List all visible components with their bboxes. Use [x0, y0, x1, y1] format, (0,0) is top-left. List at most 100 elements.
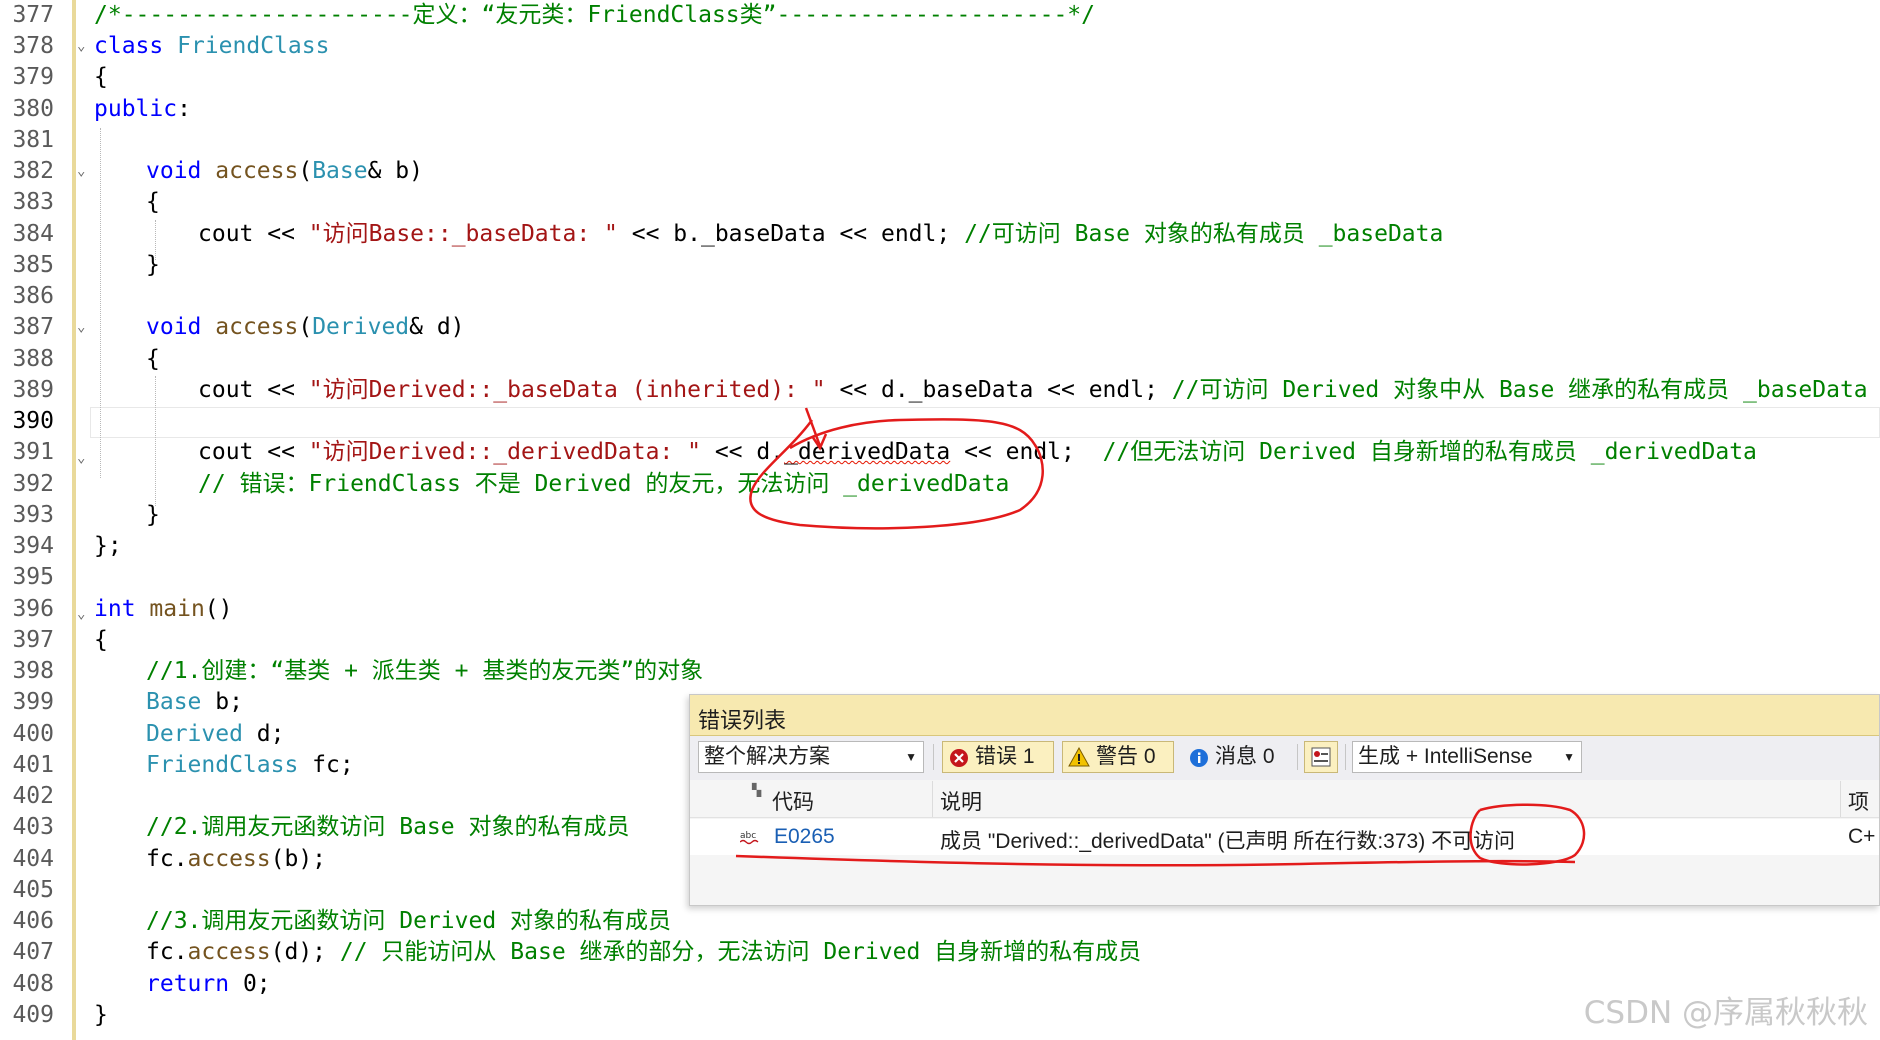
warning-icon [1068, 747, 1090, 767]
error-list-toolbar: 整个解决方案 ▼ 错误 1 警告 0 消息 0 生成 + IntelliSens… [690, 736, 1879, 780]
line-number: 392 [12, 471, 54, 497]
code-line: public: [94, 96, 191, 122]
code-line: } [146, 252, 160, 278]
code-line: //1.创建：“基类 + 派生类 + 基类的友元类”的对象 [146, 658, 704, 684]
code-line: } [94, 1002, 108, 1028]
fold-toggle-icon[interactable]: ⌄ [77, 31, 85, 62]
errors-filter-button[interactable]: 错误 1 [942, 741, 1054, 773]
error-icon [950, 749, 968, 767]
code-line: Base b; [146, 689, 243, 715]
warnings-filter-button[interactable]: 警告 0 [1062, 741, 1174, 773]
line-number: 405 [12, 877, 54, 903]
line-number: 400 [12, 721, 54, 747]
line-number: 389 [12, 377, 54, 403]
code-line: fc.access(b); [146, 846, 327, 872]
column-divider[interactable] [1840, 781, 1841, 817]
line-number: 387 [12, 314, 54, 340]
spell-check-icon: abc [740, 831, 759, 845]
fold-toggle-icon[interactable]: ⌄ [77, 599, 85, 630]
messages-filter-button[interactable]: 消息 0 [1182, 741, 1290, 773]
line-number: 402 [12, 783, 54, 809]
error-code[interactable]: E0265 [774, 825, 835, 849]
error-squiggle[interactable]: _derivedData [784, 439, 950, 465]
code-line: fc.access(d); // 只能访问从 Base 继承的部分，无法访问 D… [146, 939, 1142, 965]
error-project: C+ [1848, 825, 1876, 848]
fold-toggle-icon[interactable]: ⌄ [77, 443, 85, 474]
line-number: 409 [12, 1002, 54, 1028]
code-line: void access(Base& b) [146, 158, 423, 184]
code-line: cout << "访问Base::_baseData: " << b._base… [198, 221, 1444, 247]
line-number: 388 [12, 346, 54, 372]
column-sort-icon[interactable]: ▚ [752, 783, 761, 797]
line-number: 378 [12, 33, 54, 59]
code-line: cout << "访问Derived::_baseData (inherited… [198, 377, 1868, 403]
code-line: FriendClass fc; [146, 752, 354, 778]
scope-dropdown[interactable]: 整个解决方案 ▼ [698, 741, 924, 773]
line-number: 380 [12, 96, 54, 122]
line-number: 379 [12, 64, 54, 90]
chevron-down-icon: ▼ [905, 750, 917, 764]
watermark: CSDN @序属秋秋秋 [1583, 995, 1868, 1031]
line-number: 394 [12, 533, 54, 559]
line-number: 399 [12, 689, 54, 715]
line-number: 381 [12, 127, 54, 153]
indent-guide [155, 376, 156, 506]
line-number: 407 [12, 939, 54, 965]
line-number: 398 [12, 658, 54, 684]
code-line: return 0; [146, 971, 271, 997]
line-number: 395 [12, 564, 54, 590]
table-row[interactable]: abc E0265 成员 "Derived::_derivedData" (已声… [690, 819, 1879, 855]
code-line: { [94, 64, 108, 90]
line-number: 404 [12, 846, 54, 872]
error-list-header: ▚ 代码 说明 项目 [690, 781, 1879, 844]
line-number: 383 [12, 189, 54, 215]
chevron-down-icon: ▼ [1563, 750, 1575, 764]
filter-list-icon [1311, 747, 1331, 767]
toolbar-divider [1297, 744, 1298, 770]
code-line: void access(Derived& d) [146, 314, 465, 340]
fold-toggle-icon[interactable]: ⌄ [77, 156, 85, 187]
code-line: class FriendClass [94, 33, 330, 59]
panel-title: 错误列表 [698, 708, 787, 733]
line-number: 377 [12, 2, 54, 28]
code-line: cout << "访问Derived::_derivedData: " << d… [198, 439, 1757, 465]
svg-text:abc: abc [740, 831, 756, 841]
code-line: { [146, 346, 160, 372]
code-line: int main() [94, 596, 233, 622]
line-number: 401 [12, 752, 54, 778]
panel-title-bar[interactable]: 错误列表 [690, 695, 1879, 736]
indent-guide [100, 128, 101, 478]
source-dropdown[interactable]: 生成 + IntelliSense ▼ [1352, 741, 1582, 773]
line-number: 391 [12, 439, 54, 465]
code-line: { [94, 627, 108, 653]
line-number: 393 [12, 502, 54, 528]
error-description: 成员 "Derived::_derivedData" (已声明 所在行数:373… [940, 830, 1516, 853]
line-number: 408 [12, 971, 54, 997]
line-number: 382 [12, 158, 54, 184]
code-line: Derived d; [146, 721, 285, 747]
line-number-current: 390 [12, 408, 54, 434]
current-line-highlight [90, 407, 1880, 438]
line-number: 386 [12, 283, 54, 309]
code-line: } [146, 502, 160, 528]
code-line: }; [94, 533, 122, 559]
line-number: 403 [12, 814, 54, 840]
code-line: // 错误：FriendClass 不是 Derived 的友元，无法访问 _d… [198, 471, 1010, 497]
code-line: { [146, 189, 160, 215]
code-line: //2.调用友元函数访问 Base 对象的私有成员 [146, 814, 630, 840]
toolbar-divider [1345, 744, 1346, 770]
column-divider[interactable] [932, 781, 933, 817]
code-line: /*---------------------定义：“友元类：FriendCla… [94, 2, 1095, 28]
build-filter-icon-button[interactable] [1304, 741, 1338, 773]
column-header-code[interactable]: 代码 [772, 786, 814, 816]
line-number: 396 [12, 596, 54, 622]
line-number: 385 [12, 252, 54, 278]
toolbar-divider [933, 744, 934, 770]
info-icon [1190, 749, 1208, 767]
line-number: 397 [12, 627, 54, 653]
fold-toggle-icon[interactable]: ⌄ [77, 312, 85, 343]
change-tracking-bar [72, 0, 76, 1040]
error-list-panel: 错误列表 整个解决方案 ▼ 错误 1 警告 0 消息 0 生成 + Intell… [689, 694, 1880, 906]
column-header-description[interactable]: 说明 [940, 786, 982, 816]
line-number: 406 [12, 908, 54, 934]
